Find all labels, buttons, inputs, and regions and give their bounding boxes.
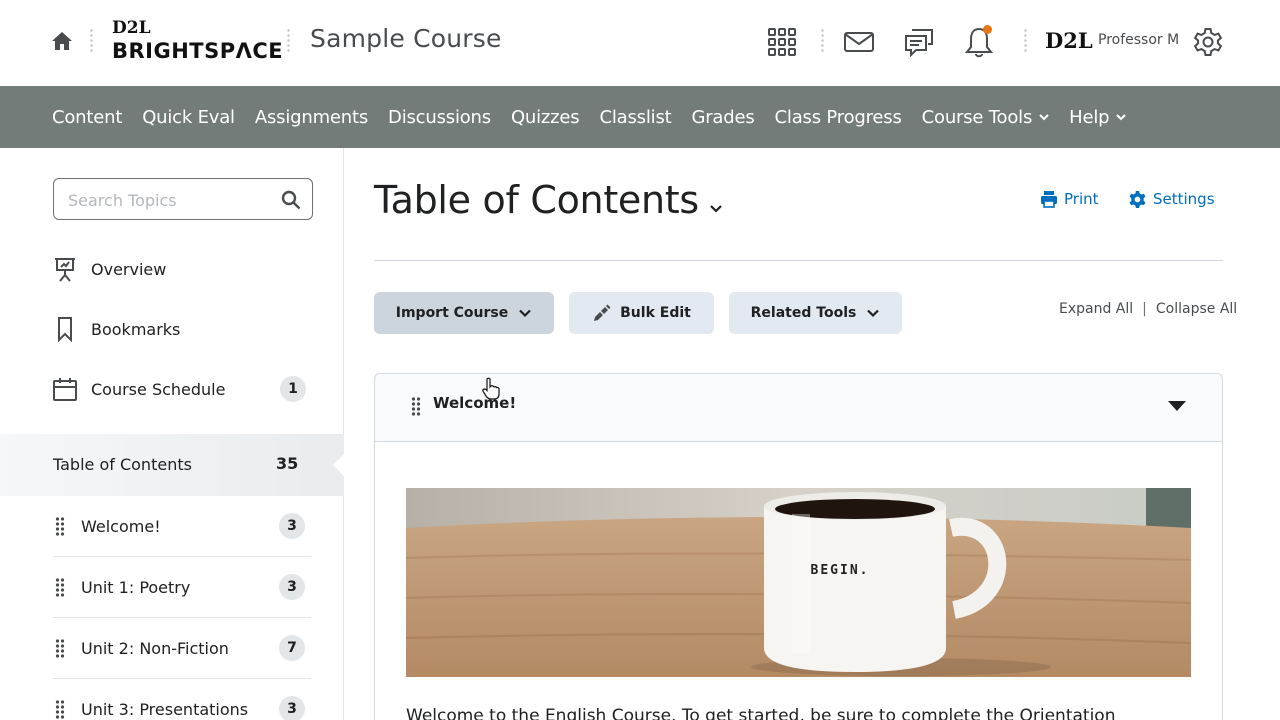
- header-divider: [1024, 28, 1027, 54]
- import-course-button[interactable]: Import Course: [374, 292, 554, 334]
- sidebar-module-unit-1[interactable]: Unit 1: Poetry 3: [53, 557, 311, 618]
- top-header: D2L BRIGHTSPΛCE Sample Course D2L Profes…: [0, 0, 1280, 86]
- nav-grades[interactable]: Grades: [681, 86, 764, 148]
- chevron-down-icon: [519, 309, 532, 318]
- related-tools-button[interactable]: Related Tools: [729, 292, 902, 334]
- divider: |: [1142, 301, 1147, 317]
- count-badge: 3: [279, 696, 305, 720]
- import-course-label: Import Course: [395, 305, 509, 321]
- gear-icon: [1129, 190, 1146, 208]
- sidebar-bookmarks[interactable]: Bookmarks: [52, 311, 312, 347]
- print-label: Print: [1064, 190, 1099, 208]
- toc-label: Table of Contents: [53, 455, 192, 474]
- sidebar-module-unit-2[interactable]: Unit 2: Non-Fiction 7: [53, 618, 311, 679]
- search-topics-input[interactable]: [68, 189, 268, 211]
- nav-content[interactable]: Content: [42, 86, 132, 148]
- chevron-down-icon: [867, 309, 880, 318]
- nav-course-tools-dropdown[interactable]: Course Tools: [912, 86, 1060, 148]
- header-divider: [90, 28, 93, 54]
- unit-header[interactable]: Welcome!: [375, 374, 1222, 442]
- module-label: Unit 2: Non-Fiction: [81, 639, 229, 658]
- drag-handle-icon[interactable]: [55, 699, 65, 719]
- unit-card-welcome: Welcome! BEGIN. Welcome to the English C…: [374, 373, 1223, 720]
- settings-gear-icon[interactable]: [1188, 22, 1228, 62]
- related-tools-label: Related Tools: [750, 305, 857, 321]
- caret-down-icon[interactable]: [1167, 400, 1187, 412]
- search-topics-box: [53, 178, 313, 220]
- print-button[interactable]: Print: [1040, 188, 1099, 210]
- sidebar-overview[interactable]: Overview: [52, 251, 312, 287]
- course-selector-icon[interactable]: [762, 22, 802, 62]
- count-badge: 1: [280, 376, 306, 402]
- bookmark-icon: [52, 316, 78, 342]
- unit-title: Welcome!: [433, 394, 517, 412]
- nav-classlist[interactable]: Classlist: [589, 86, 681, 148]
- content-sidebar: Overview Bookmarks Course Schedule 1 Tab…: [0, 148, 345, 720]
- nav-assignments[interactable]: Assignments: [245, 86, 378, 148]
- title-divider: [374, 260, 1223, 261]
- settings-label: Settings: [1153, 190, 1215, 208]
- nav-help-label: Help: [1069, 106, 1110, 128]
- count-badge: 7: [279, 635, 305, 661]
- sidebar-module-unit-3[interactable]: Unit 3: Presentations 3: [53, 679, 311, 720]
- presentation-icon: [52, 256, 78, 282]
- chevron-down-icon: [1039, 114, 1049, 121]
- sidebar-table-of-contents[interactable]: Table of Contents 35: [0, 434, 345, 496]
- selected-indicator: [333, 453, 345, 477]
- module-label: Unit 1: Poetry: [81, 578, 191, 597]
- course-title[interactable]: Sample Course: [310, 24, 502, 53]
- nav-class-progress[interactable]: Class Progress: [765, 86, 912, 148]
- chat-icon[interactable]: [899, 22, 939, 62]
- module-label: Unit 3: Presentations: [81, 700, 249, 719]
- welcome-banner-image: BEGIN.: [406, 488, 1191, 677]
- calendar-icon: [52, 376, 78, 402]
- drag-handle-icon[interactable]: [411, 396, 421, 416]
- nav-course-tools-label: Course Tools: [921, 106, 1033, 128]
- sidebar-module-welcome[interactable]: Welcome! 3: [53, 496, 311, 557]
- nav-discussions[interactable]: Discussions: [378, 86, 501, 148]
- header-divider: [287, 28, 290, 54]
- module-label: Welcome!: [81, 517, 161, 536]
- user-name[interactable]: Professor M: [1098, 32, 1179, 48]
- bulk-edit-label: Bulk Edit: [620, 305, 691, 321]
- logo-brightspace-text: BRIGHTSPΛCE: [112, 39, 284, 63]
- mail-icon[interactable]: [839, 22, 879, 62]
- notifications-bell-icon[interactable]: [959, 22, 999, 62]
- page-title: Table of Contents: [374, 178, 699, 222]
- brightspace-logo[interactable]: D2L BRIGHTSPΛCE: [112, 18, 284, 66]
- user-org-logo[interactable]: D2L: [1045, 28, 1093, 53]
- chevron-down-icon[interactable]: [706, 198, 726, 218]
- chevron-down-icon: [1116, 114, 1127, 121]
- drag-handle-icon[interactable]: [55, 577, 65, 597]
- search-icon[interactable]: [280, 189, 302, 211]
- sidebar-overview-label: Overview: [91, 259, 167, 279]
- nav-quizzes[interactable]: Quizzes: [501, 86, 590, 148]
- header-divider: [821, 28, 824, 54]
- sidebar-course-schedule-label: Course Schedule: [91, 379, 226, 399]
- expand-all-link[interactable]: Expand All: [1059, 301, 1133, 317]
- sidebar-course-schedule[interactable]: Course Schedule 1: [52, 371, 312, 407]
- pencil-edit-icon: [594, 304, 611, 321]
- expand-collapse-controls: Expand All | Collapse All: [1059, 301, 1237, 317]
- drag-handle-icon[interactable]: [55, 638, 65, 658]
- mug-text: BEGIN.: [811, 563, 870, 578]
- settings-button[interactable]: Settings: [1128, 188, 1215, 210]
- notification-dot: [983, 25, 992, 34]
- home-icon[interactable]: [50, 29, 74, 53]
- logo-d2l-text: D2L: [112, 18, 151, 38]
- nav-quick-eval[interactable]: Quick Eval: [132, 86, 245, 148]
- printer-icon: [1041, 191, 1057, 208]
- sidebar-bookmarks-label: Bookmarks: [91, 319, 181, 339]
- toc-count: 35: [276, 454, 299, 473]
- count-badge: 3: [279, 574, 305, 600]
- unit-intro-text: Welcome to the English Course. To get st…: [406, 706, 1116, 720]
- collapse-all-link[interactable]: Collapse All: [1156, 301, 1237, 317]
- bulk-edit-button[interactable]: Bulk Edit: [569, 292, 714, 334]
- nav-help-dropdown[interactable]: Help: [1059, 86, 1136, 148]
- count-badge: 3: [279, 513, 305, 539]
- course-navbar: Content Quick Eval Assignments Discussio…: [0, 86, 1280, 148]
- drag-handle-icon[interactable]: [55, 516, 65, 536]
